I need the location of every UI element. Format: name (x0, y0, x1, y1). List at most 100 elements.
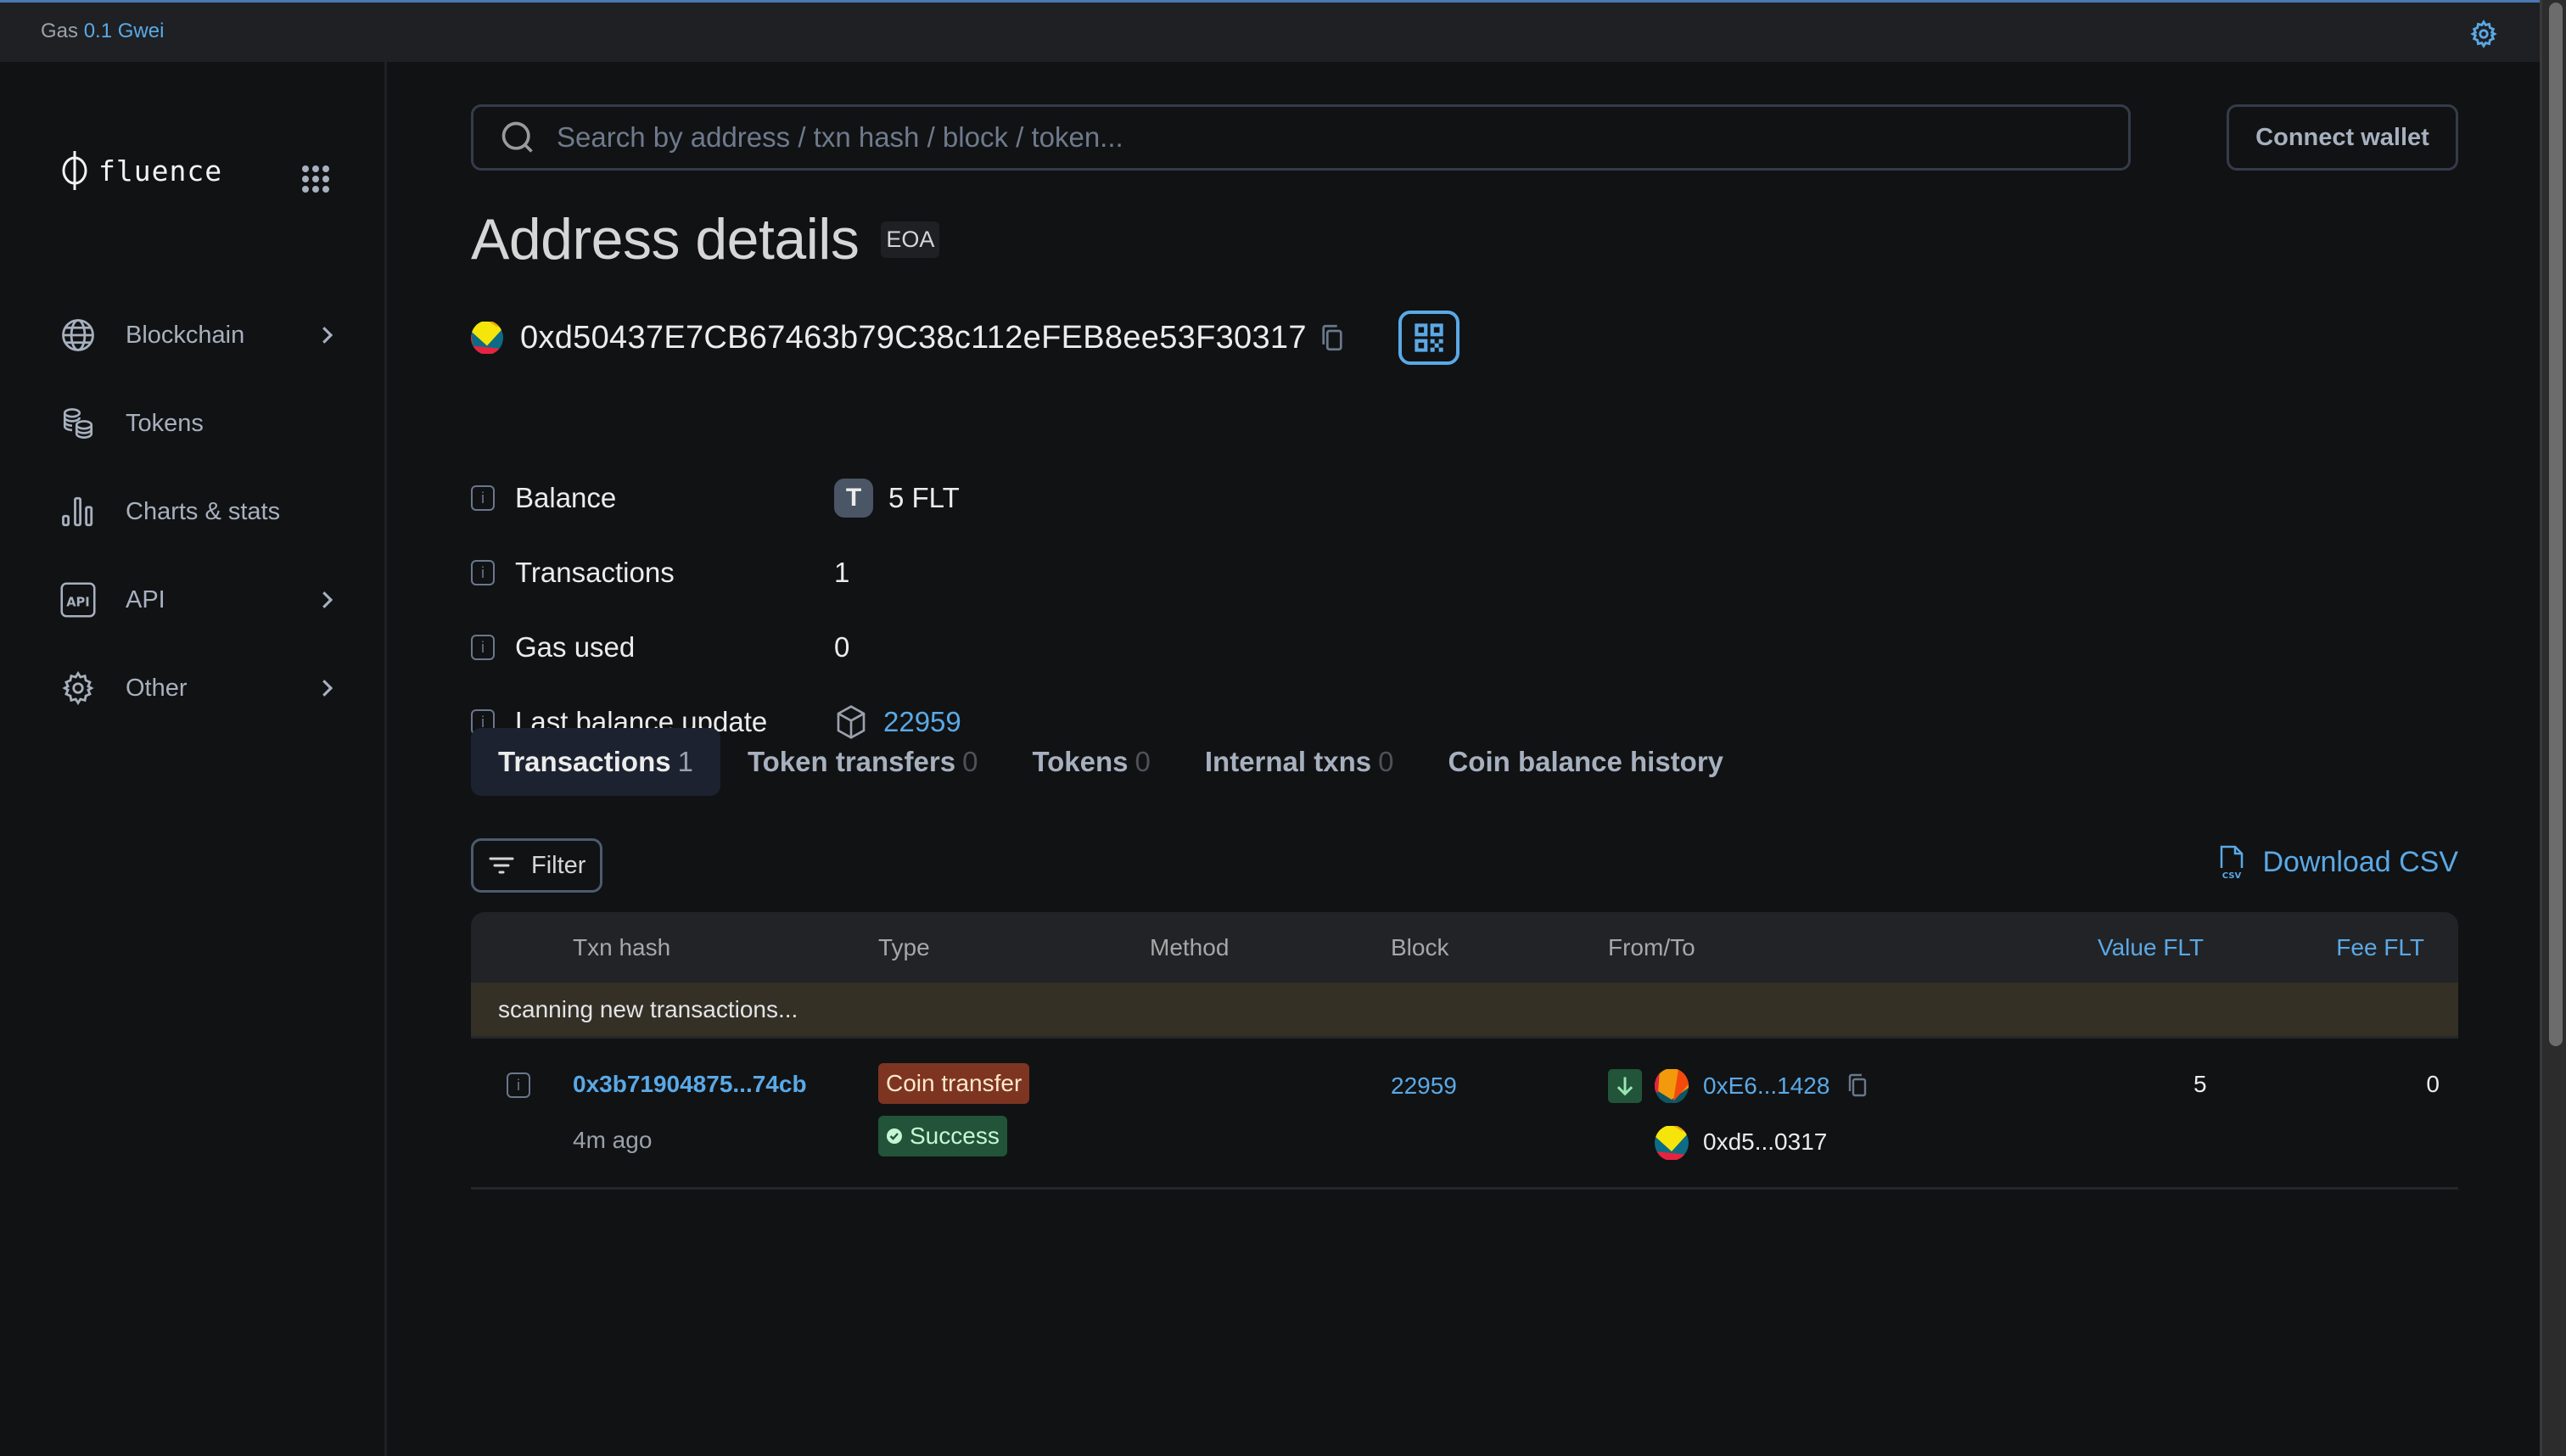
table-header: Txn hash Type Method Block From/To Value… (471, 912, 2458, 983)
qr-code-icon (1415, 323, 1443, 352)
to-identicon (1655, 1126, 1689, 1160)
info-icon[interactable]: i (471, 560, 495, 585)
info-icon[interactable]: i (507, 1072, 530, 1098)
api-icon: API (59, 581, 97, 619)
tab-label: Transactions (498, 746, 671, 777)
balance-value-group: T 5 FLT (834, 479, 960, 518)
address-details: i Balance T 5 FLT i Transactions 1 i Gas… (471, 461, 1659, 759)
page-scrollbar[interactable] (2540, 0, 2566, 1456)
sidebar-item-tokens[interactable]: Tokens (59, 379, 339, 468)
transactions-table: Txn hash Type Method Block From/To Value… (471, 912, 2458, 1190)
sidebar-item-blockchain[interactable]: Blockchain (59, 291, 339, 379)
gas-label: Gas (41, 20, 79, 42)
sidebar-item-label: Tokens (126, 409, 204, 437)
chevron-right-icon (322, 591, 333, 608)
gear-icon (59, 669, 97, 707)
copy-icon[interactable] (1320, 324, 1344, 351)
tab-bar: Transactions 1 Token transfers 0 Tokens 0 I… (471, 728, 1751, 796)
connect-wallet-button[interactable]: Connect wallet (2227, 104, 2458, 171)
balance-value: 5 FLT (888, 482, 960, 513)
svg-text:CSV: CSV (2222, 871, 2242, 880)
direction-in-icon (1608, 1069, 1642, 1103)
column-header-block: Block (1391, 934, 1449, 960)
detail-gas-used: i Gas used 0 (471, 610, 1659, 685)
column-header-type: Type (878, 934, 930, 960)
txn-status-badge: Success (878, 1116, 1007, 1156)
check-circle-icon (887, 1128, 902, 1144)
svg-text:API: API (66, 595, 90, 609)
status-label: Success (910, 1123, 1000, 1149)
from-address-link[interactable]: 0xE6...1428 (1703, 1072, 1829, 1100)
gas-value[interactable]: 0.1 Gwei (84, 20, 165, 42)
detail-balance: i Balance T 5 FLT (471, 461, 1659, 535)
column-header-value[interactable]: Value FLT (2098, 934, 2204, 961)
sidebar-item-api[interactable]: API API (59, 556, 339, 644)
coins-icon (59, 405, 97, 442)
txn-value: 5 (2193, 1071, 2207, 1097)
sidebar-item-other[interactable]: Other (59, 644, 339, 732)
csv-file-icon: CSV (2221, 845, 2244, 880)
column-header-from-to: From/To (1608, 934, 1695, 960)
sidebar-nav: Blockchain Tokens Charts & stats API API (59, 291, 339, 732)
tab-label: Tokens (1032, 746, 1129, 777)
transactions-count-link[interactable]: 1 (834, 557, 849, 589)
download-csv-link[interactable]: CSV Download CSV (2218, 844, 2458, 880)
gear-icon[interactable] (2469, 20, 2498, 48)
column-header-fee[interactable]: Fee FLT (2336, 934, 2424, 961)
search-bar[interactable] (471, 104, 2131, 171)
filter-button[interactable]: Filter (471, 838, 602, 893)
tab-token-transfers[interactable]: Token transfers 0 (720, 728, 1006, 796)
copy-icon[interactable] (1847, 1072, 1868, 1098)
tab-label: Coin balance history (1448, 746, 1724, 777)
info-icon[interactable]: i (471, 485, 495, 511)
address-row: 0xd50437E7CB67463b79C38c112eFEB8ee53F303… (471, 308, 1459, 367)
tab-label: Internal txns (1204, 746, 1372, 777)
logo-text: fluence (98, 154, 223, 188)
token-icon: T (834, 479, 873, 518)
txn-hash-link[interactable]: 0x3b71904875...74cb (573, 1071, 807, 1098)
txn-type-badge: Coin transfer (878, 1063, 1030, 1104)
grid-dots-icon[interactable] (301, 165, 330, 193)
sidebar: fluence Blockchain Tokens Charts & stats (0, 62, 387, 1456)
scrollbar-thumb[interactable] (2549, 3, 2563, 1046)
column-header-method: Method (1150, 934, 1230, 960)
address-identicon (471, 322, 503, 354)
to-address: 0xd5...0317 (1703, 1128, 1828, 1155)
logo[interactable]: fluence (59, 149, 222, 192)
page-title: Address details (471, 207, 860, 272)
sidebar-item-label: Charts & stats (126, 497, 281, 525)
tab-count: 1 (677, 746, 693, 777)
bar-chart-icon (59, 493, 97, 530)
tab-count: 0 (1135, 746, 1151, 777)
filter-label: Filter (531, 851, 586, 879)
chevron-right-icon (322, 327, 333, 344)
table-row: i 0x3b71904875...74cb 4m ago Coin transf… (471, 1039, 2458, 1190)
from-identicon (1655, 1069, 1689, 1103)
tab-transactions[interactable]: Transactions 1 (471, 728, 720, 796)
info-icon[interactable]: i (471, 635, 495, 660)
tab-count: 0 (1378, 746, 1394, 777)
fluence-logo-icon (62, 151, 87, 190)
qr-code-button[interactable] (1398, 311, 1459, 365)
tab-coin-balance-history[interactable]: Coin balance history (1420, 728, 1751, 796)
block-number-link[interactable]: 22959 (1391, 1072, 1457, 1100)
column-header-txn-hash: Txn hash (573, 934, 671, 960)
tab-internal-txns[interactable]: Internal txns 0 (1178, 728, 1421, 796)
sidebar-item-label: API (126, 585, 165, 613)
globe-icon (59, 316, 97, 354)
tab-tokens[interactable]: Tokens 0 (1005, 728, 1177, 796)
top-bar: Gas 0.1 Gwei (0, 0, 2540, 62)
sidebar-item-charts-stats[interactable]: Charts & stats (59, 468, 339, 556)
filter-icon (489, 857, 514, 874)
scanning-notice: scanning new transactions... (471, 983, 2458, 1039)
detail-transactions: i Transactions 1 (471, 535, 1659, 610)
tab-label: Token transfers (747, 746, 956, 777)
page-header: Address details EOA (471, 206, 940, 272)
detail-label: Balance (515, 482, 617, 513)
gas-used-value: 0 (834, 631, 850, 663)
gas-price: Gas 0.1 Gwei (41, 20, 164, 43)
detail-label: Gas used (515, 631, 636, 663)
search-input[interactable] (557, 121, 2128, 154)
chevron-right-icon (322, 680, 333, 697)
search-icon (501, 121, 533, 153)
